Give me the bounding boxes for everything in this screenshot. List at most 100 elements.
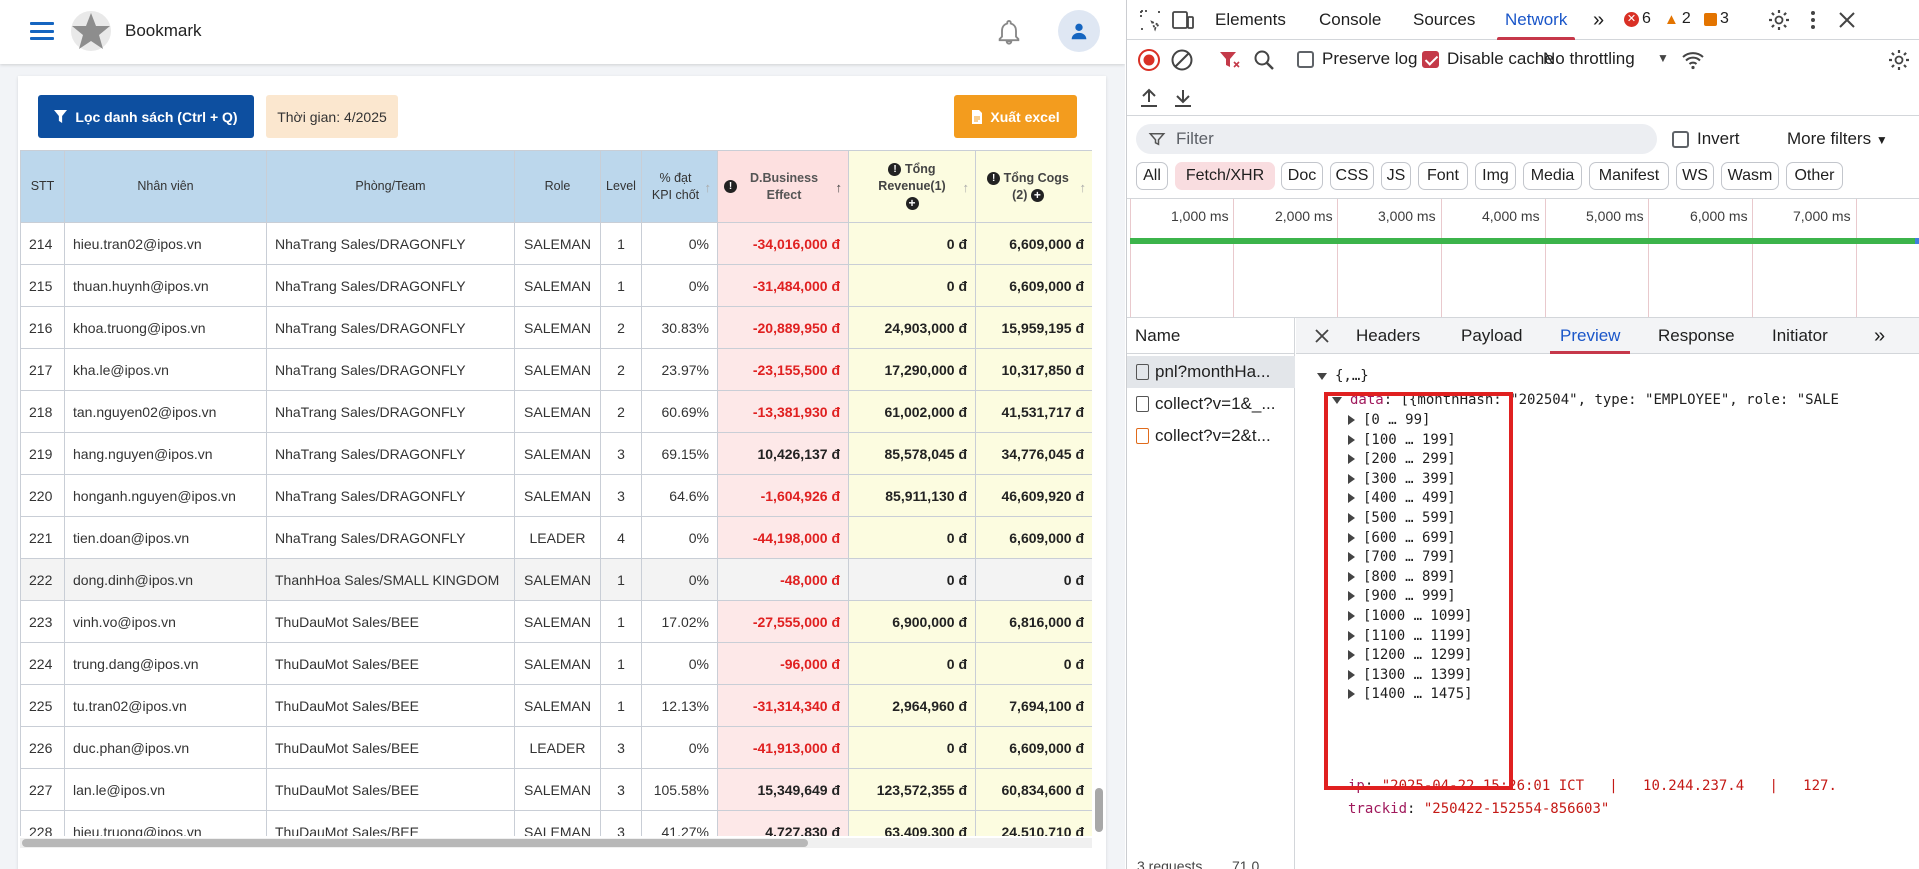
json-range-node[interactable]: [600 … 699] [1348,530,1456,546]
clear-icon[interactable] [1170,48,1194,72]
issues-count-badge[interactable]: 3 [1704,10,1729,28]
request-item[interactable]: pnl?monthHa... [1127,356,1295,388]
tab-response[interactable]: Response [1658,318,1735,354]
scrollbar-thumb[interactable] [22,839,808,847]
col-header-stt[interactable]: STT [20,150,65,223]
search-icon[interactable] [1252,48,1276,72]
request-item[interactable]: collect?v=1&_... [1127,388,1295,420]
close-detail-icon[interactable] [1314,328,1330,344]
expand-caret-icon[interactable] [1348,454,1355,465]
tab-initiator[interactable]: Initiator [1772,318,1828,354]
expand-caret-icon[interactable] [1348,473,1355,484]
json-root[interactable]: {,…} [1317,368,1369,384]
invert-toggle[interactable]: Invert [1672,129,1740,149]
info-icon[interactable]: ! [724,180,737,193]
request-item[interactable]: collect?v=2&t... [1127,420,1295,452]
sort-arrow-icon[interactable]: ↑ [705,179,712,196]
avatar[interactable] [1058,10,1100,52]
filter-chip-js[interactable]: JS [1381,162,1411,190]
table-row[interactable]: 219 hang.nguyen@ipos.vn NhaTrang Sales/DRA… [20,432,1092,475]
preserve-log-checkbox[interactable] [1297,50,1314,68]
filter-chip-fetch-xhr[interactable]: Fetch/XHR [1175,162,1275,190]
tab-headers[interactable]: Headers [1356,318,1420,354]
filter-chip-doc[interactable]: Doc [1281,162,1323,190]
scrollbar-thumb[interactable] [1095,788,1103,832]
add-cogs-icon[interactable]: + [1030,188,1044,202]
invert-checkbox[interactable] [1672,130,1689,148]
col-header-kpi[interactable]: % đạt KPI chốt ↑ [641,150,718,223]
error-count-badge[interactable]: ✕ 6 [1624,10,1651,28]
close-icon[interactable] [1835,8,1859,32]
add-revenue-icon[interactable]: + [850,195,975,212]
expand-caret-icon[interactable] [1348,650,1355,661]
table-row[interactable]: 226 duc.phan@ipos.vn ThuDauMot Sales/BEE LE… [20,726,1092,769]
upload-icon[interactable] [1137,86,1161,110]
expand-caret-icon[interactable] [1348,630,1355,641]
download-icon[interactable] [1171,86,1195,110]
kebab-menu-icon[interactable] [1801,8,1825,32]
json-range-node[interactable]: [1400 … 1475] [1348,686,1473,702]
sort-arrow-icon[interactable]: ↑ [963,179,970,196]
tab-preview[interactable]: Preview [1549,318,1632,354]
filter-chip-media[interactable]: Media [1523,162,1582,190]
json-range-node[interactable]: [700 … 799] [1348,549,1456,565]
filter-chip-font[interactable]: Font [1418,162,1468,190]
expand-caret-icon[interactable] [1348,434,1355,445]
tab-sources[interactable]: Sources [1413,0,1475,40]
expand-caret-icon[interactable] [1317,372,1327,380]
menu-icon[interactable] [30,22,54,40]
expand-caret-icon[interactable] [1348,415,1355,425]
info-icon[interactable]: ! [888,163,902,177]
filter-chip-img[interactable]: Img [1475,162,1516,190]
json-range-node[interactable]: [300 … 399] [1348,471,1456,487]
device-toolbar-icon[interactable] [1171,8,1195,32]
name-column-header[interactable]: Name [1127,318,1295,354]
warning-count-badge[interactable]: ▲ 2 [1664,10,1691,28]
col-header-cogs[interactable]: ! Tổng Cogs (2) + ↑ [975,150,1092,223]
table-row[interactable]: 224 trung.dang@ipos.vn ThuDauMot Sales/BEE… [20,642,1092,685]
network-conditions-icon[interactable] [1681,48,1705,72]
network-timeline[interactable]: 1,000 ms 2,000 ms 3,000 ms 4,000 ms 5,00… [1127,198,1919,318]
json-range-node[interactable]: [0 … 99] [1348,412,1430,428]
disable-cache-checkbox[interactable] [1422,50,1439,68]
sort-arrow-icon[interactable]: ↑ [836,179,843,196]
tab-payload[interactable]: Payload [1461,318,1522,354]
table-row[interactable]: 220 honganh.nguyen@ipos.vn NhaTrang Sales/… [20,474,1092,517]
expand-caret-icon[interactable] [1348,669,1355,680]
table-row[interactable]: 228 hieu.truong@ipos.vn ThuDauMot Sales/BE… [20,810,1092,836]
expand-caret-icon[interactable] [1348,571,1355,582]
expand-caret-icon[interactable] [1348,611,1355,621]
table-row[interactable]: 217 kha.le@ipos.vn NhaTrang Sales/DRAGONFL… [20,348,1092,391]
export-excel-button[interactable]: Xuất excel [954,95,1077,138]
table-row[interactable]: 218 tan.nguyen02@ipos.vn NhaTrang Sales/DR… [20,390,1092,433]
more-tabs-icon[interactable]: » [1593,0,1604,40]
filter-funnel-icon[interactable] [1217,48,1241,72]
expand-caret-icon[interactable] [1348,493,1355,504]
inspect-element-icon[interactable] [1138,8,1162,32]
table-row[interactable]: 214 hieu.tran02@ipos.vn NhaTrang Sales/DRA… [20,222,1092,265]
expand-caret-icon[interactable] [1348,532,1355,543]
col-header-employee[interactable]: Nhân viên [64,150,267,223]
table-row[interactable]: 215 thuan.huynh@ipos.vn NhaTrang Sales/DRA… [20,264,1092,307]
filter-list-button[interactable]: Lọc danh sách (Ctrl + Q) [38,95,254,138]
tab-elements[interactable]: Elements [1215,0,1286,40]
throttling-select[interactable]: No throttling ▼ [1543,49,1673,69]
json-range-node[interactable]: [1100 … 1199] [1348,628,1473,644]
filter-chip-css[interactable]: CSS [1330,162,1374,190]
more-detail-tabs-icon[interactable]: » [1874,318,1885,354]
expand-caret-icon[interactable] [1348,552,1355,563]
col-header-business[interactable]: ! D.Business Effect ↑ [717,150,849,223]
table-row[interactable]: 223 vinh.vo@ipos.vn ThuDauMot Sales/BEE SAL… [20,600,1092,643]
filter-chip-wasm[interactable]: Wasm [1721,162,1779,190]
bell-icon[interactable] [995,18,1023,46]
data-table-container[interactable]: STT Nhân viên Phòng/Team Role Level % đạ… [20,150,1092,836]
json-range-node[interactable]: [1000 … 1099] [1348,608,1473,624]
tab-console[interactable]: Console [1319,0,1381,40]
filter-chip-ws[interactable]: WS [1676,162,1714,190]
json-range-node[interactable]: [1300 … 1399] [1348,667,1473,683]
col-header-level[interactable]: Level [600,150,642,223]
table-row[interactable]: 221 tien.doan@ipos.vn NhaTrang Sales/DRAGO… [20,516,1092,559]
network-settings-gear-icon[interactable] [1887,48,1911,72]
expand-caret-icon[interactable] [1348,513,1355,523]
json-range-node[interactable]: [100 … 199] [1348,432,1456,448]
